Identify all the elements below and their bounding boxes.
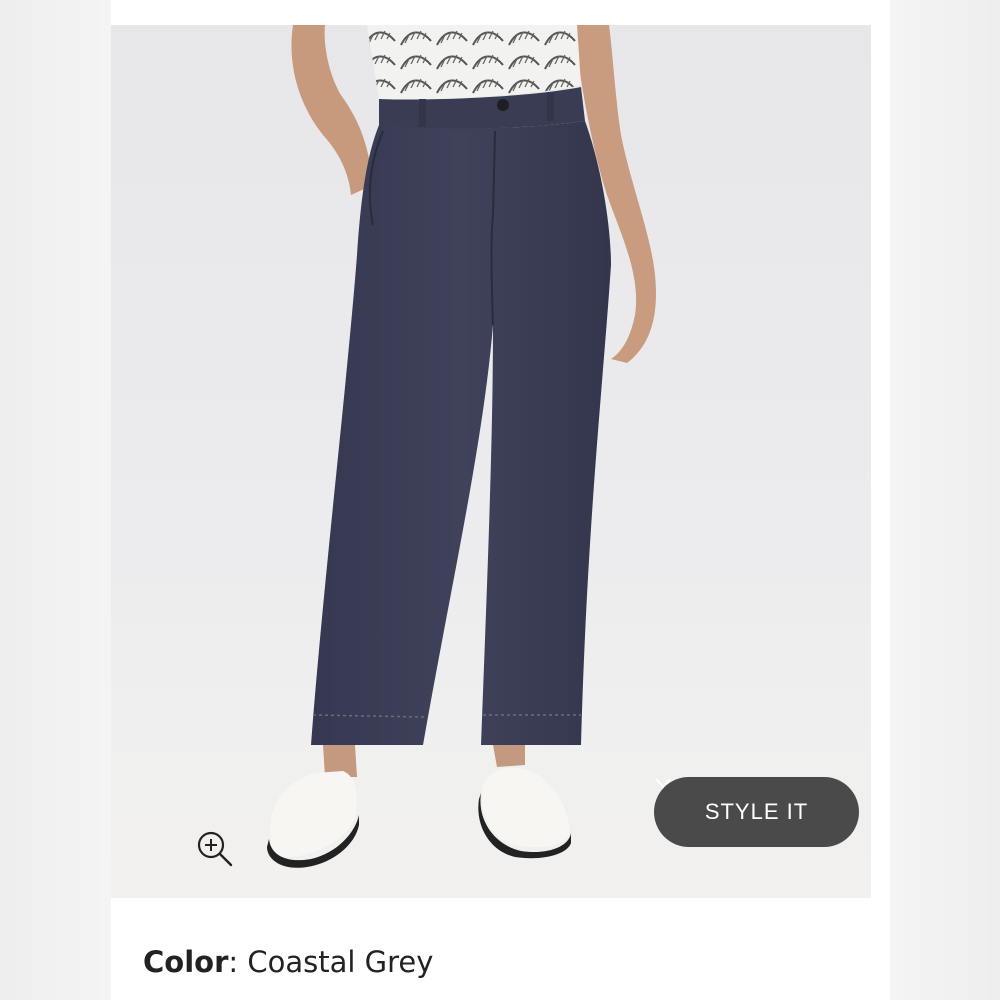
color-label: Color (143, 945, 229, 979)
right-margin (890, 0, 1000, 1000)
color-value: Coastal Grey (247, 945, 434, 979)
color-separator: : (228, 945, 239, 979)
style-it-label: STYLE IT (704, 799, 809, 824)
product-image[interactable]: STYLE IT (111, 25, 871, 898)
chevron-down-icon (655, 778, 671, 789)
zoom-in-icon[interactable] (195, 829, 235, 869)
product-card: STYLE IT Color: Coastal Grey (111, 0, 890, 1000)
color-selection: Color: Coastal Grey (143, 945, 433, 979)
product-photo-illustration (267, 25, 656, 868)
style-it-button[interactable]: STYLE IT (654, 777, 859, 847)
left-margin (0, 0, 111, 1000)
